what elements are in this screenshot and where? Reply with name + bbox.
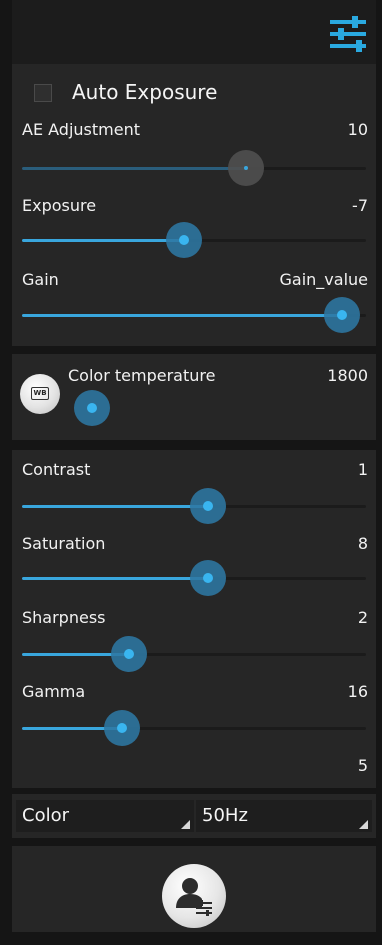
sharpness-label: Sharpness [22, 608, 106, 627]
slider-thumb[interactable] [227, 150, 264, 186]
white-balance-panel: WB Color temperature 1800 [12, 354, 376, 440]
sharpness-slider[interactable] [22, 634, 366, 674]
contrast-slider[interactable] [22, 486, 366, 526]
gain-label: Gain [22, 270, 59, 289]
slider-thumb[interactable] [165, 222, 202, 258]
user-settings-button[interactable] [162, 864, 226, 928]
footer-panel [12, 846, 376, 932]
saturation-label: Saturation [22, 534, 106, 553]
wb-icon: WB [31, 387, 49, 400]
camera-settings-app: Auto Exposure AE Adjustment 10 Exposure … [0, 0, 382, 945]
auto-exposure-checkbox[interactable] [34, 84, 52, 102]
mode-selection-panel: Color 50Hz [12, 794, 376, 838]
power-frequency-value: 50Hz [202, 805, 248, 826]
saturation-value: 8 [357, 534, 368, 553]
dropdown-corner-icon [181, 820, 190, 829]
slider-thumb[interactable] [323, 297, 360, 333]
slider-track [78, 407, 366, 410]
dropdown-corner-icon [359, 820, 368, 829]
sliders-menu-icon[interactable] [328, 14, 368, 54]
gain-value: Gain_value [279, 270, 369, 289]
color-temperature-label: Color temperature [68, 366, 216, 385]
color-mode-value: Color [22, 805, 69, 826]
slider-fill [22, 505, 208, 508]
extra-value: 5 [357, 756, 368, 775]
color-temperature-value: 1800 [327, 366, 368, 385]
gamma-slider[interactable] [22, 708, 366, 748]
saturation-slider[interactable] [22, 558, 366, 598]
slider-thumb[interactable] [189, 488, 226, 524]
auto-exposure-label: Auto Exposure [72, 80, 218, 104]
gamma-value: 16 [347, 682, 368, 701]
exposure-label: Exposure [22, 196, 97, 215]
contrast-label: Contrast [22, 460, 91, 479]
slider-fill [22, 577, 208, 580]
slider-thumb[interactable] [74, 390, 110, 426]
gamma-label: Gamma [22, 682, 86, 701]
color-temperature-slider[interactable] [74, 388, 366, 428]
slider-fill [22, 314, 342, 317]
user-settings-icon [176, 878, 212, 916]
ae-adjustment-slider[interactable] [22, 148, 366, 188]
slider-fill [22, 167, 246, 170]
slider-thumb[interactable] [189, 560, 226, 596]
slider-fill [22, 239, 184, 242]
slider-thumb[interactable] [103, 710, 140, 746]
gain-slider[interactable] [22, 295, 366, 335]
sharpness-value: 2 [357, 608, 368, 627]
color-mode-dropdown[interactable]: Color [16, 800, 194, 832]
power-frequency-dropdown[interactable]: 50Hz [196, 800, 372, 832]
ae-adjustment-value: 10 [347, 120, 368, 139]
ae-adjustment-label: AE Adjustment [22, 120, 140, 139]
wb-button[interactable]: WB [20, 374, 60, 414]
image-adjust-panel: Contrast 1 Saturation 8 Sharpness 2 Gamm… [12, 450, 376, 788]
exposure-value: -7 [352, 196, 368, 215]
slider-thumb[interactable] [110, 636, 147, 672]
top-bar [12, 0, 376, 64]
exposure-panel: Auto Exposure AE Adjustment 10 Exposure … [12, 64, 376, 346]
contrast-value: 1 [357, 460, 368, 479]
exposure-slider[interactable] [22, 220, 366, 260]
